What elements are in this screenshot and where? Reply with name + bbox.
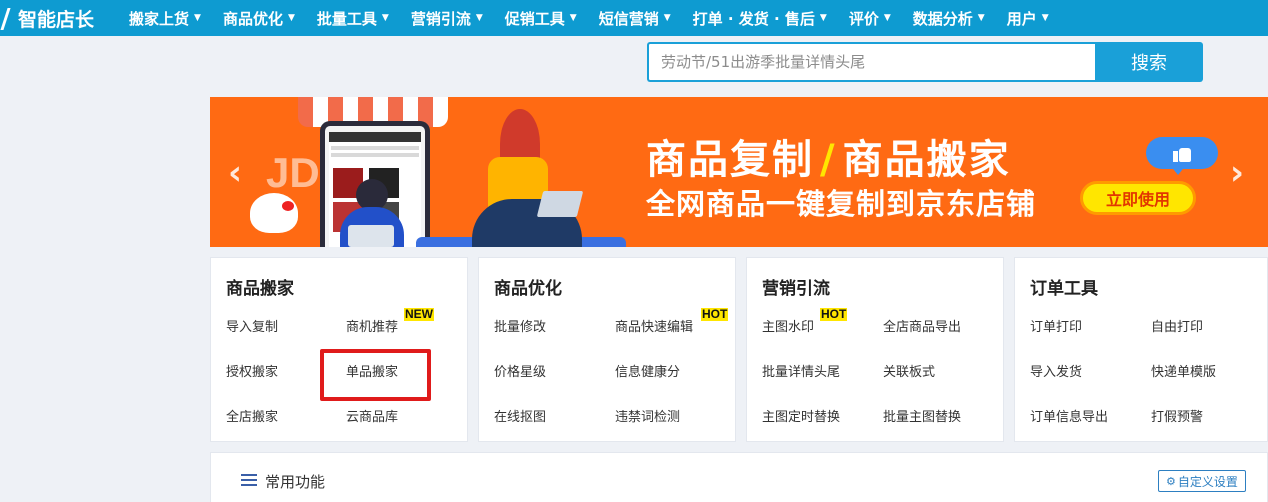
link-related-layout[interactable]: 关联板式 xyxy=(883,361,935,380)
highlight-annotation xyxy=(320,349,431,401)
card-title: 商品搬家 xyxy=(226,279,294,299)
logo[interactable]: 智能店长 xyxy=(0,0,118,36)
logo-text: 智能店长 xyxy=(18,8,95,31)
link-quick-edit[interactable]: 商品快速编辑 HOT xyxy=(615,308,729,335)
banner-title: 商品复制 / 商品搬家 xyxy=(646,137,1011,183)
link-info-health[interactable]: 信息健康分 xyxy=(615,361,680,380)
nav-item-review[interactable]: 评价 ▼ xyxy=(838,0,902,36)
link-authorized-move[interactable]: 授权搬家 xyxy=(226,361,278,380)
caret-down-icon: ▼ xyxy=(381,13,389,23)
card-title: 订单工具 xyxy=(1030,279,1098,299)
nav-item-data-analysis[interactable]: 数据分析 ▼ xyxy=(902,0,996,36)
caret-down-icon: ▼ xyxy=(475,13,483,23)
link-free-print[interactable]: 自由打印 xyxy=(1151,316,1203,335)
chevron-left-icon[interactable]: ‹ xyxy=(228,153,242,193)
link-export-all-products[interactable]: 全店商品导出 xyxy=(883,316,961,335)
logo-icon xyxy=(2,6,12,30)
link-main-image-watermark[interactable]: 主图水印 HOT xyxy=(762,308,848,335)
search-input[interactable] xyxy=(647,42,1095,82)
nav-item-user[interactable]: 用户 ▼ xyxy=(996,0,1060,36)
custom-settings-button[interactable]: ⚙ 自定义设置 xyxy=(1158,470,1246,492)
laptop-illustration xyxy=(536,191,584,217)
card-title: 营销引流 xyxy=(762,279,830,299)
use-now-button[interactable]: 立即使用 xyxy=(1080,181,1196,215)
hot-badge: HOT xyxy=(701,307,729,321)
link-whole-store-move[interactable]: 全店搬家 xyxy=(226,406,278,425)
caret-down-icon: ▼ xyxy=(819,13,827,23)
menu-icon xyxy=(241,474,257,486)
common-functions-panel: 常用功能 ⚙ 自定义设置 xyxy=(210,452,1268,502)
card-title: 商品优化 xyxy=(494,279,562,299)
search-button[interactable]: 搜索 xyxy=(1095,42,1203,82)
tool-card-marketing: 营销引流 主图水印 HOT 全店商品导出 批量详情头尾 关联板式 主图定时替换 批… xyxy=(746,257,1004,442)
caret-down-icon: ▼ xyxy=(977,13,985,23)
jd-logo-mark: JD xyxy=(266,149,320,196)
jd-dog-illustration xyxy=(250,193,298,233)
tool-card-order-tools: 订单工具 订单打印 自由打印 导入发货 快递单模版 订单信息导出 打假预警 xyxy=(1014,257,1268,442)
link-batch-image-replace[interactable]: 批量主图替换 xyxy=(883,406,961,425)
link-counterfeit-alert[interactable]: 打假预警 xyxy=(1151,406,1203,425)
nav-item-sms[interactable]: 短信营销 ▼ xyxy=(588,0,682,36)
caret-down-icon: ▼ xyxy=(1041,13,1049,23)
nav-item-product-optimize[interactable]: 商品优化 ▼ xyxy=(212,0,306,36)
link-waybill-template[interactable]: 快递单模版 xyxy=(1151,361,1216,380)
chevron-right-icon[interactable]: › xyxy=(1230,153,1244,193)
caret-down-icon: ▼ xyxy=(287,13,295,23)
link-online-cutout[interactable]: 在线抠图 xyxy=(494,406,546,425)
caret-down-icon: ▼ xyxy=(194,13,201,23)
nav-item-move-goods[interactable]: 搬家上货 ▼ xyxy=(118,0,212,36)
new-badge: NEW xyxy=(404,307,434,321)
nav-item-marketing[interactable]: 营销引流 ▼ xyxy=(400,0,494,36)
link-batch-modify[interactable]: 批量修改 xyxy=(494,316,546,335)
nav-item-batch-tools[interactable]: 批量工具 ▼ xyxy=(306,0,400,36)
link-order-info-export[interactable]: 订单信息导出 xyxy=(1030,406,1108,425)
link-cloud-product-library[interactable]: 云商品库 xyxy=(346,406,398,425)
caret-down-icon: ▼ xyxy=(569,13,577,23)
laptop-illustration xyxy=(348,225,394,247)
link-scheduled-image-replace[interactable]: 主图定时替换 xyxy=(762,406,840,425)
nav-item-promotion[interactable]: 促销工具 ▼ xyxy=(494,0,588,36)
link-price-stars[interactable]: 价格星级 xyxy=(494,361,546,380)
caret-down-icon: ▼ xyxy=(663,13,671,23)
top-nav: 智能店长 搬家上货 ▼ 商品优化 ▼ 批量工具 ▼ 营销引流 ▼ 促销工具 ▼ 短信营销 ▼… xyxy=(0,0,1268,36)
link-banned-word-check[interactable]: 违禁词检测 xyxy=(615,406,680,425)
banner-subtitle: 全网商品一键复制到京东店铺 xyxy=(646,187,1037,221)
nav-item-print-ship[interactable]: 打单 · 发货 · 售后 ▼ xyxy=(682,0,838,36)
promo-banner[interactable]: ‹ JD 商品复制 / 商品搬家 全网商品一键复制到京东店铺 立即使用 › xyxy=(210,97,1268,247)
gear-icon: ⚙ xyxy=(1166,474,1176,488)
common-functions-title: 常用功能 xyxy=(265,473,326,491)
caret-down-icon: ▼ xyxy=(883,13,891,23)
link-import-shipping[interactable]: 导入发货 xyxy=(1030,361,1082,380)
thumbs-up-icon xyxy=(1146,137,1218,175)
search-bar: 搜索 xyxy=(647,42,1203,82)
hot-badge: HOT xyxy=(820,307,848,321)
link-batch-detail-header-footer[interactable]: 批量详情头尾 xyxy=(762,361,840,380)
link-order-print[interactable]: 订单打印 xyxy=(1030,316,1082,335)
tool-card-product-optimize: 商品优化 批量修改 商品快速编辑 HOT 价格星级 信息健康分 在线抠图 违禁词检… xyxy=(478,257,736,442)
link-opportunity-recommend[interactable]: 商机推荐 NEW xyxy=(346,308,434,335)
link-import-copy[interactable]: 导入复制 xyxy=(226,316,278,335)
